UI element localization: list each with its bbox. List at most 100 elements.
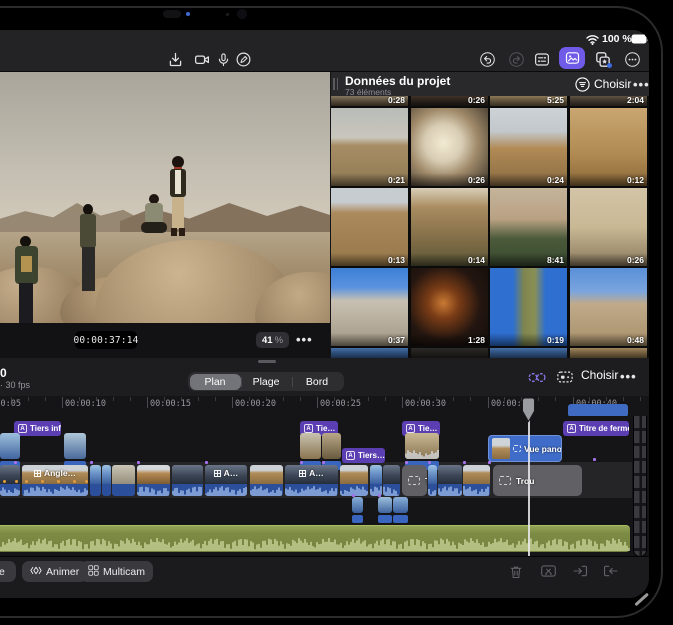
animate-button[interactable]: Animer — [22, 561, 87, 582]
clip-label-row: Angle… — [22, 468, 88, 478]
clip-waveform — [205, 485, 247, 496]
timeline-drag-handle[interactable] — [258, 360, 276, 363]
media-thumbnail[interactable]: 0:26 — [570, 188, 647, 266]
clip-thumbnail — [322, 433, 341, 459]
connected-clip[interactable]: Vue pano… — [488, 435, 562, 462]
ruler-tick — [130, 397, 131, 401]
media-thumbnail[interactable] — [411, 348, 488, 358]
redo-icon[interactable] — [505, 48, 527, 70]
storyline-clip[interactable]: A… — [205, 465, 247, 496]
inspector-icon[interactable] — [531, 48, 553, 70]
storyline-clip[interactable] — [137, 465, 170, 496]
storyline-clip[interactable] — [340, 465, 368, 496]
storyline-clip[interactable] — [428, 465, 437, 496]
tool-button-partial[interactable]: ne — [0, 561, 16, 582]
media-thumbnail[interactable]: 0:26 — [411, 108, 488, 186]
media-thumbnail[interactable]: 0:19 — [490, 268, 567, 346]
overwrite-clip-icon[interactable] — [600, 561, 620, 581]
media-thumbnail[interactable]: 0:48 — [570, 268, 647, 346]
split-clip-icon[interactable] — [538, 561, 558, 581]
camera-icon[interactable] — [191, 48, 213, 70]
connection-dot — [14, 461, 17, 464]
tab-plage[interactable]: Plage — [241, 374, 292, 390]
storyline-clip[interactable] — [90, 465, 101, 496]
trash-icon[interactable] — [506, 561, 526, 581]
storyline-clip[interactable]: Angle… — [22, 465, 88, 496]
tab-plan[interactable]: Plan — [190, 374, 241, 390]
media-thumbnail[interactable]: 1:28 — [411, 268, 488, 346]
multicam-clip-icon — [299, 470, 306, 477]
media-thumbnail[interactable]: 0:12 — [570, 108, 647, 186]
timeline-more-icon[interactable]: ••• — [620, 369, 637, 384]
media-thumbnail[interactable]: 8:41 — [490, 188, 567, 266]
viewer-photo[interactable] — [0, 72, 330, 323]
panel-drag-handle[interactable] — [333, 78, 335, 90]
timeline-scrollbar[interactable] — [633, 416, 647, 556]
title-clip[interactable]: ATiers… — [342, 448, 385, 463]
thumbnail-duration: 0:12 — [627, 175, 644, 185]
clip-thumbnail — [463, 465, 490, 484]
connected-clip[interactable] — [378, 497, 392, 523]
compound-clip-icon — [513, 445, 521, 452]
select-clip-icon[interactable] — [556, 369, 574, 390]
tab-bord[interactable]: Bord — [292, 374, 343, 390]
microphone-icon[interactable] — [212, 48, 234, 70]
media-thumbnail[interactable]: 2:04 — [570, 96, 647, 106]
zoom-level-badge[interactable]: 41% — [256, 332, 289, 348]
timeline-ruler[interactable]: 00:00:0500:00:1000:00:1500:00:2000:00:25… — [0, 396, 649, 416]
panel-more-icon[interactable]: ••• — [633, 77, 649, 92]
media-thumbnail[interactable]: 0:14 — [411, 188, 488, 266]
jog-wheel-icon[interactable] — [527, 370, 547, 390]
insert-clip-icon[interactable] — [570, 561, 590, 581]
panel-drag-handle[interactable] — [337, 78, 339, 90]
storyline-clip[interactable] — [370, 465, 382, 496]
clip-waveform — [463, 485, 490, 496]
storyline-clip[interactable] — [383, 465, 400, 496]
battery-icon — [631, 34, 649, 47]
keyframe-dot — [15, 480, 18, 483]
connection-dot — [322, 461, 325, 464]
media-thumbnail[interactable]: 0:26 — [411, 96, 488, 106]
media-thumbnail[interactable]: 5:25 — [490, 96, 567, 106]
storyline-clip[interactable] — [438, 465, 462, 496]
storyline-clip[interactable] — [172, 465, 203, 496]
storyline-clip[interactable] — [250, 465, 283, 496]
storyline-clip[interactable] — [102, 465, 111, 496]
media-thumbnail[interactable] — [570, 348, 647, 358]
panel-choose-button[interactable]: Choisir — [594, 77, 631, 91]
media-browser-icon[interactable] — [559, 47, 585, 69]
connection-dot — [352, 494, 355, 497]
multicam-button[interactable]: Multicam — [80, 561, 153, 582]
filter-icon[interactable] — [575, 77, 590, 97]
more-icon[interactable] — [621, 48, 643, 70]
library-icon[interactable] — [591, 48, 613, 70]
connected-clip[interactable] — [393, 497, 408, 523]
import-icon[interactable] — [164, 48, 186, 70]
media-thumbnail[interactable]: 0:28 — [331, 96, 408, 106]
media-thumbnail[interactable] — [490, 348, 567, 358]
gap-clip[interactable]: T… — [402, 465, 427, 496]
media-thumbnail[interactable]: 0:21 — [331, 108, 408, 186]
title-clip[interactable]: ATiers inf… — [14, 421, 61, 436]
timecode-display[interactable]: 00:00:37:14 — [75, 331, 137, 349]
battery-percent: 100 % — [602, 33, 632, 45]
audio-clip[interactable] — [0, 525, 630, 552]
gap-clip[interactable]: Trou — [493, 465, 582, 496]
media-thumbnail[interactable]: 0:13 — [331, 188, 408, 266]
clip-thumbnail — [378, 497, 392, 513]
timeline-choose-button[interactable]: Choisir — [581, 368, 618, 382]
pencil-icon[interactable] — [232, 48, 254, 70]
viewer-more-icon[interactable]: ••• — [296, 332, 313, 347]
storyline-clip[interactable]: A… — [285, 465, 338, 496]
connected-clip[interactable] — [352, 497, 363, 523]
undo-icon[interactable] — [476, 48, 498, 70]
multicam-clip-icon — [34, 470, 41, 477]
media-thumbnail[interactable] — [331, 348, 408, 358]
title-clip[interactable]: ATitre de fermeture — [563, 421, 629, 436]
connection-dot — [137, 461, 140, 464]
media-thumbnail[interactable]: 0:37 — [331, 268, 408, 346]
media-thumbnail[interactable]: 0:24 — [490, 108, 567, 186]
storyline-clip[interactable] — [463, 465, 490, 496]
playhead-handle[interactable] — [521, 397, 536, 428]
storyline-clip[interactable] — [112, 465, 135, 496]
